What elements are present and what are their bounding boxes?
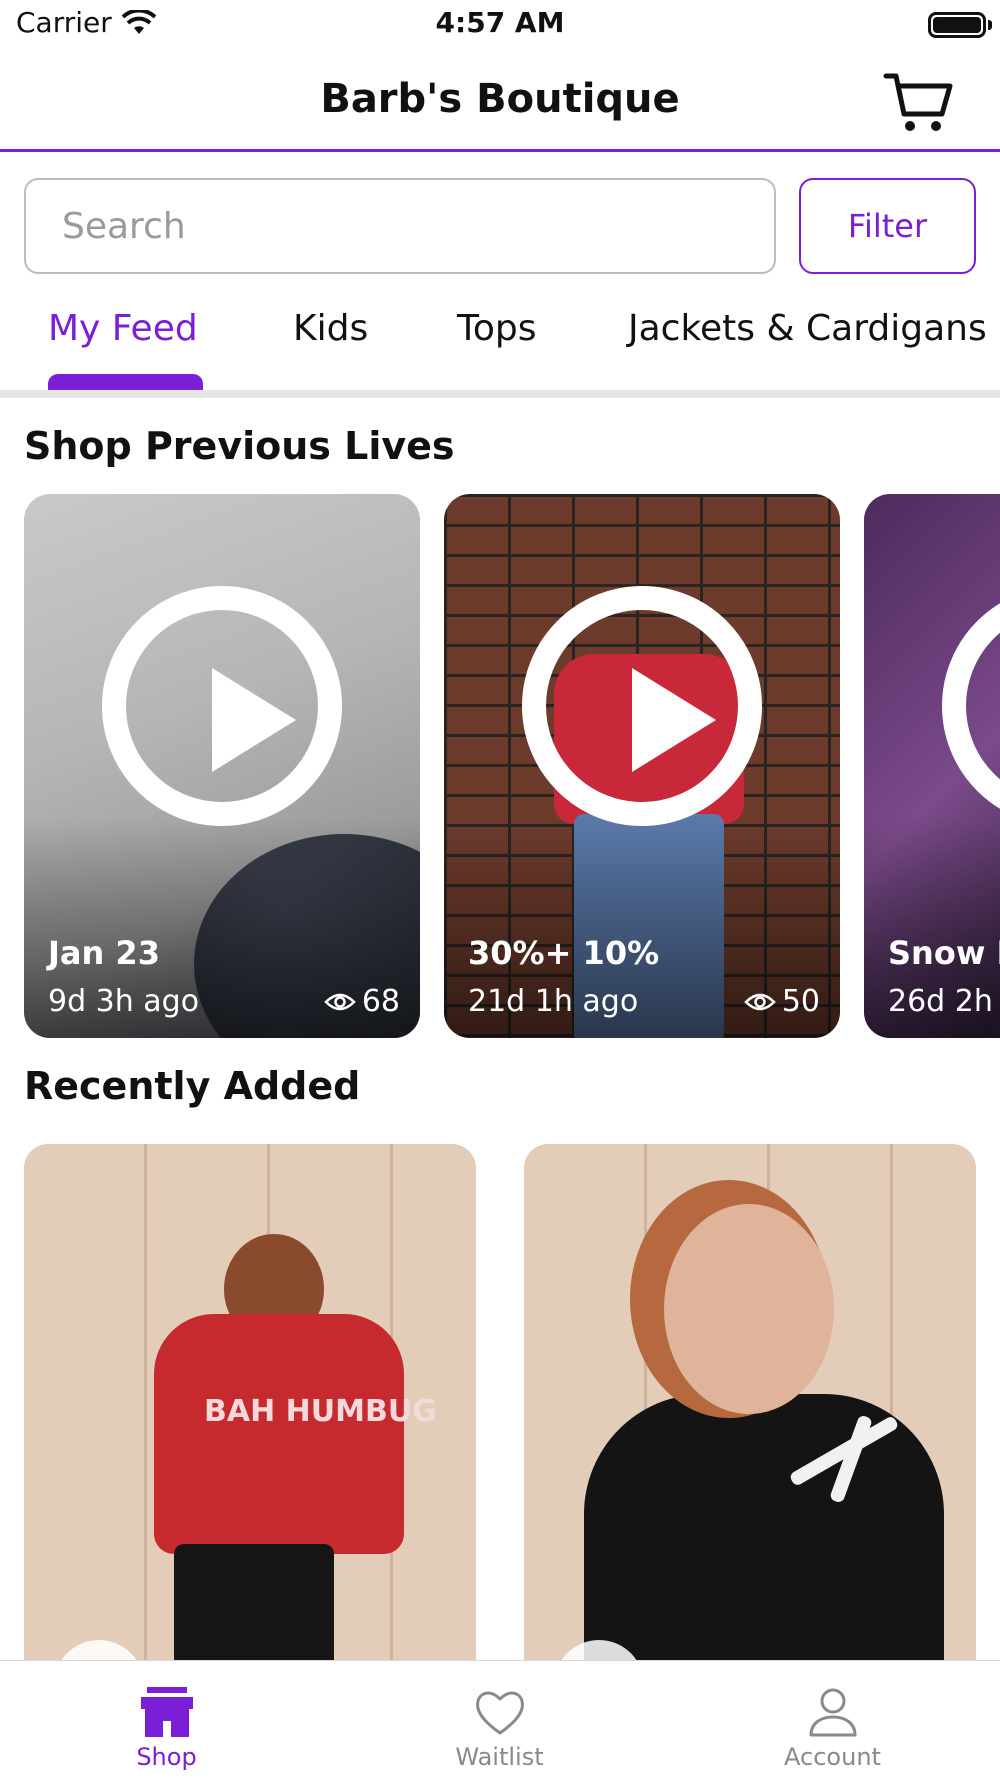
page-title: Barb's Boutique xyxy=(320,76,680,122)
category-tabs: My Feed Kids Tops Jackets & Cardigans xyxy=(0,290,1000,390)
status-bar: Carrier 4:57 AM xyxy=(0,0,1000,50)
live-time-ago: 21d 1h ago xyxy=(468,984,639,1019)
live-view-count: 50 xyxy=(744,984,820,1019)
nav-bar: Barb's Boutique xyxy=(0,50,1000,152)
tab-indicator xyxy=(48,374,203,390)
battery-nub xyxy=(988,20,992,30)
tab-bar-label: Account xyxy=(784,1743,881,1771)
product-image-legs xyxy=(174,1544,334,1660)
play-icon[interactable] xyxy=(522,586,762,826)
product-card[interactable] xyxy=(524,1144,976,1660)
battery-icon xyxy=(928,12,986,38)
tab-bar-item-shop[interactable]: Shop xyxy=(0,1661,333,1778)
person-icon xyxy=(809,1688,856,1737)
previous-lives-carousel[interactable]: Jan 23 9d 3h ago 68 30%+ 10% 21d 1h ago … xyxy=(0,494,1000,1040)
section-title-previous-lives: Shop Previous Lives xyxy=(24,424,455,468)
live-title: Jan 23 xyxy=(48,934,160,972)
product-image-text: BAH HUMBUG xyxy=(204,1394,437,1429)
recently-added-grid: BAH HUMBUG xyxy=(0,1144,1000,1660)
status-time: 4:57 AM xyxy=(435,6,565,39)
eye-icon xyxy=(744,993,776,1010)
play-icon[interactable] xyxy=(942,586,1000,826)
product-image-shirt xyxy=(154,1314,404,1554)
section-title-recently-added: Recently Added xyxy=(24,1064,361,1108)
eye-icon xyxy=(324,993,356,1010)
search-input[interactable] xyxy=(24,178,776,274)
favorite-button[interactable] xyxy=(54,1640,144,1660)
tab-my-feed[interactable]: My Feed xyxy=(48,308,198,349)
live-card[interactable]: Snow D 26d 2h xyxy=(864,494,1000,1038)
product-image-shirt xyxy=(584,1394,944,1660)
tab-kids[interactable]: Kids xyxy=(293,308,368,349)
filter-button[interactable]: Filter xyxy=(799,178,976,274)
tab-jackets-cardigans[interactable]: Jackets & Cardigans xyxy=(628,308,987,349)
storefront-icon xyxy=(140,1687,193,1737)
play-icon[interactable] xyxy=(102,586,342,826)
live-card[interactable]: 30%+ 10% 21d 1h ago 50 xyxy=(444,494,840,1038)
live-card[interactable]: Jan 23 9d 3h ago 68 xyxy=(24,494,420,1038)
views-value: 50 xyxy=(781,984,820,1019)
tabs-divider xyxy=(0,390,1000,398)
product-card[interactable]: BAH HUMBUG xyxy=(24,1144,476,1660)
live-title: 30%+ 10% xyxy=(468,934,660,972)
tab-tops[interactable]: Tops xyxy=(457,308,537,349)
tab-bar-label: Waitlist xyxy=(455,1743,544,1771)
views-value: 68 xyxy=(361,984,400,1019)
live-time-ago: 26d 2h xyxy=(888,984,993,1019)
heart-icon xyxy=(475,1691,524,1735)
tab-bar-item-account[interactable]: Account xyxy=(666,1661,999,1778)
shopping-cart-icon[interactable] xyxy=(882,70,954,136)
live-time-ago: 9d 3h ago xyxy=(48,984,200,1019)
tab-bar-item-waitlist[interactable]: Waitlist xyxy=(333,1661,666,1778)
product-image xyxy=(664,1204,834,1414)
tab-bar-label: Shop xyxy=(136,1743,197,1771)
live-title: Snow D xyxy=(888,934,1000,972)
live-view-count: 68 xyxy=(324,984,400,1019)
bottom-tab-bar: Shop Waitlist Account xyxy=(0,1660,1000,1778)
